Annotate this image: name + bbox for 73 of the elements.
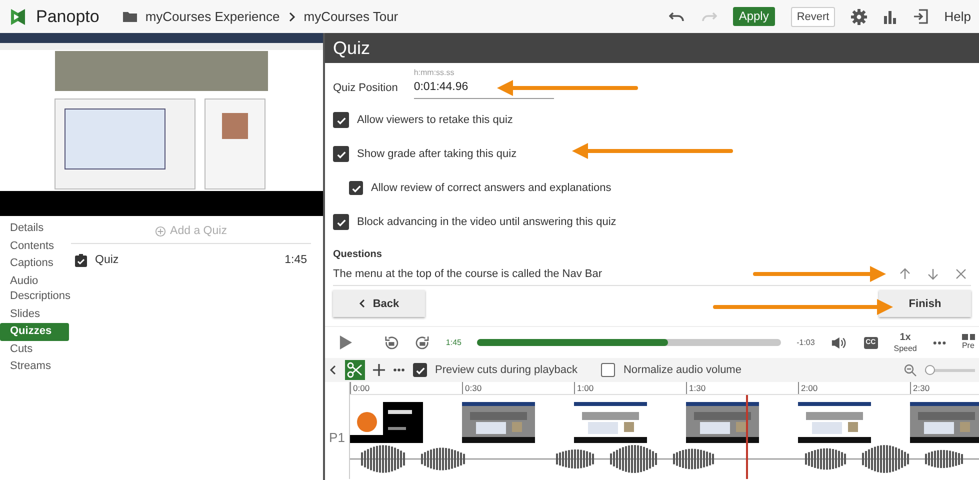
speed-label: Speed: [894, 342, 917, 354]
sidebar-item[interactable]: Captions: [0, 255, 69, 272]
question-text[interactable]: The menu at the top of the course is called the Nav Bar: [333, 266, 602, 282]
field-label: Quiz Position: [333, 80, 398, 96]
track-label: P1: [329, 428, 345, 446]
sidebar-item[interactable]: Cuts: [0, 340, 69, 358]
option-label: Allow viewers to retake this quiz: [357, 113, 513, 128]
option-label: Block advancing in the video until answering this quiz: [357, 215, 616, 230]
sidebar-item[interactable]: Slides: [0, 306, 69, 323]
arrow-up-icon[interactable]: [899, 268, 911, 280]
exit-icon[interactable]: [913, 9, 928, 24]
quiz-time: 1:45: [284, 253, 307, 268]
forward-icon[interactable]: [414, 334, 430, 351]
bar-chart-icon[interactable]: [883, 10, 898, 24]
breadcrumb-link[interactable]: myCourses Experience: [145, 6, 280, 26]
breadcrumb-link[interactable]: myCourses Tour: [304, 6, 398, 26]
play-icon[interactable]: [339, 335, 352, 350]
quiz-title[interactable]: Quiz: [95, 252, 119, 270]
time-tick: 0:00: [353, 383, 370, 394]
sidebar-item[interactable]: Quizzes: [0, 323, 69, 340]
help-link[interactable]: Help: [944, 6, 971, 26]
folder-icon: [123, 11, 138, 22]
volume-icon[interactable]: [830, 336, 848, 350]
time-tick: 0:30: [465, 383, 482, 394]
sidebar-item[interactable]: Streams: [0, 358, 69, 376]
settings-icon[interactable]: [851, 8, 868, 24]
chevron-icon: [288, 12, 296, 22]
panel-title: Quiz: [325, 33, 979, 63]
finish-button[interactable]: Finish: [879, 290, 971, 318]
time-tick: 2:00: [801, 383, 818, 394]
checkbox[interactable]: [349, 181, 363, 196]
elapsed-time: 1:45: [446, 336, 462, 349]
logo-text: Panopto: [36, 6, 100, 28]
checkbox[interactable]: [601, 363, 616, 378]
sidebar-item[interactable]: Contents: [0, 238, 69, 255]
rewind-icon[interactable]: [384, 334, 399, 351]
checkbox[interactable]: [333, 112, 349, 128]
sidebar-item[interactable]: Audio Descriptions: [0, 272, 69, 306]
slides-icon[interactable]: [962, 334, 975, 340]
checkbox-label: Preview cuts during playback: [435, 363, 578, 378]
add-circle-icon: [155, 226, 166, 237]
collapse-icon[interactable]: [329, 365, 337, 376]
option-label: Show grade after taking this quiz: [357, 147, 517, 162]
clipboard-check-icon: [75, 254, 87, 268]
checkbox[interactable]: [413, 363, 427, 378]
slider-thumb[interactable]: [925, 364, 935, 375]
apply-button[interactable]: Apply: [732, 7, 775, 26]
arrow-down-icon[interactable]: [927, 268, 939, 280]
speed-value[interactable]: 1x: [900, 332, 911, 343]
option-label: Allow review of correct answers and explanations: [371, 181, 612, 196]
zoom-out-icon[interactable]: [904, 364, 917, 377]
time-tick: 1:00: [577, 383, 594, 394]
revert-button[interactable]: Revert: [790, 6, 836, 26]
time-tick: 2:30: [913, 383, 930, 394]
progress-bar[interactable]: [477, 339, 781, 346]
more-icon[interactable]: [393, 368, 405, 372]
scissors-icon[interactable]: [345, 360, 365, 380]
undo-icon[interactable]: [668, 10, 685, 22]
more-icon[interactable]: [932, 340, 946, 345]
back-button[interactable]: Back: [333, 290, 425, 318]
preview-label[interactable]: Pre: [962, 340, 975, 352]
remaining-time: -1:03: [796, 336, 815, 349]
checkbox[interactable]: [333, 146, 349, 162]
chevron-left-icon: [358, 299, 365, 308]
close-icon[interactable]: [955, 268, 967, 280]
section-heading: Questions: [333, 248, 383, 262]
checkbox-label: Normalize audio volume: [623, 363, 742, 378]
time-tick: 1:30: [689, 383, 706, 394]
add-icon[interactable]: [373, 364, 385, 376]
sidebar-item[interactable]: Details: [0, 220, 69, 238]
checkbox[interactable]: [333, 214, 349, 230]
field-hint: h:mm:ss.ss: [414, 67, 456, 79]
logo-icon: [8, 6, 28, 26]
